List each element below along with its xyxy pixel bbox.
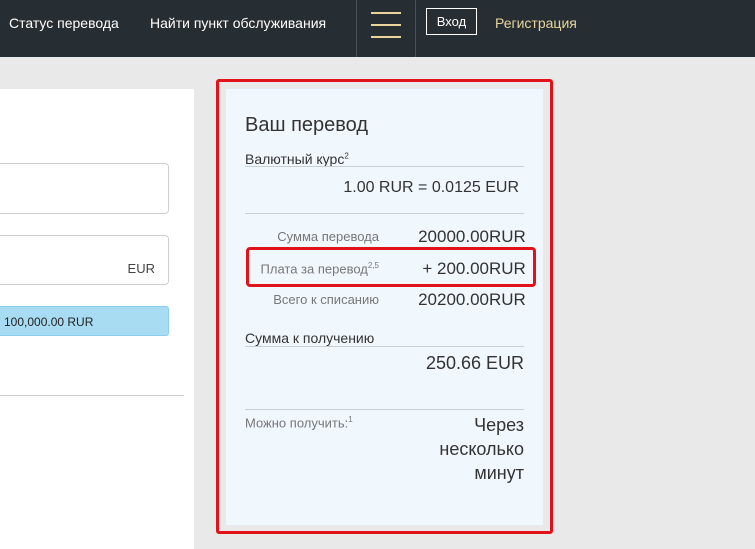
footnote-marker: 1 [348, 415, 353, 424]
nav-divider [356, 0, 357, 57]
divider-line [245, 409, 524, 410]
transfer-amount-currency: RUR [489, 227, 526, 246]
fee-highlight-box [246, 247, 536, 287]
divider-line [245, 213, 524, 214]
limit-amount-text: 100,000.00 RUR [4, 315, 94, 329]
register-link[interactable]: Регистрация [495, 15, 577, 31]
form-divider [0, 395, 184, 396]
nav-divider [415, 0, 416, 57]
receive-amount-value: 250.66 EUR [425, 353, 524, 373]
nav-transfer-status-link[interactable]: Статус перевода [9, 15, 119, 31]
receive-amount-field[interactable]: EUR [0, 235, 169, 285]
receive-amount-label: Сумма к получению [245, 330, 375, 346]
summary-title: Ваш перевод [245, 114, 369, 136]
footnote-marker: 2 [344, 151, 349, 161]
exchange-rate-label: Валютный курс2 [245, 151, 349, 167]
top-navigation-bar: Статус перевода Найти пункт обслуживания… [0, 0, 755, 57]
limit-info-bar: 100,000.00 RUR [0, 306, 169, 336]
send-amount-field[interactable] [0, 163, 169, 214]
available-time-value: Через несколько минут [439, 415, 524, 483]
hamburger-menu-icon[interactable] [371, 12, 401, 38]
receive-currency-label: EUR [127, 261, 155, 276]
divider-line [245, 346, 524, 347]
total-debit-currency: RUR [489, 290, 526, 309]
login-button[interactable]: Вход [426, 8, 477, 35]
exchange-rate-value: 1.00 RUR = 0.0125 EUR [343, 179, 519, 196]
transfer-amount-label: Сумма перевода [277, 229, 379, 244]
total-debit-value: 20200.00 [418, 290, 489, 309]
available-time-label: Можно получить:1 [245, 415, 353, 431]
divider-line [245, 166, 524, 167]
nav-find-location-link[interactable]: Найти пункт обслуживания [150, 15, 326, 31]
transfer-amount-value: 20000.00 [418, 227, 489, 246]
total-debit-label: Всего к списанию [273, 292, 379, 307]
